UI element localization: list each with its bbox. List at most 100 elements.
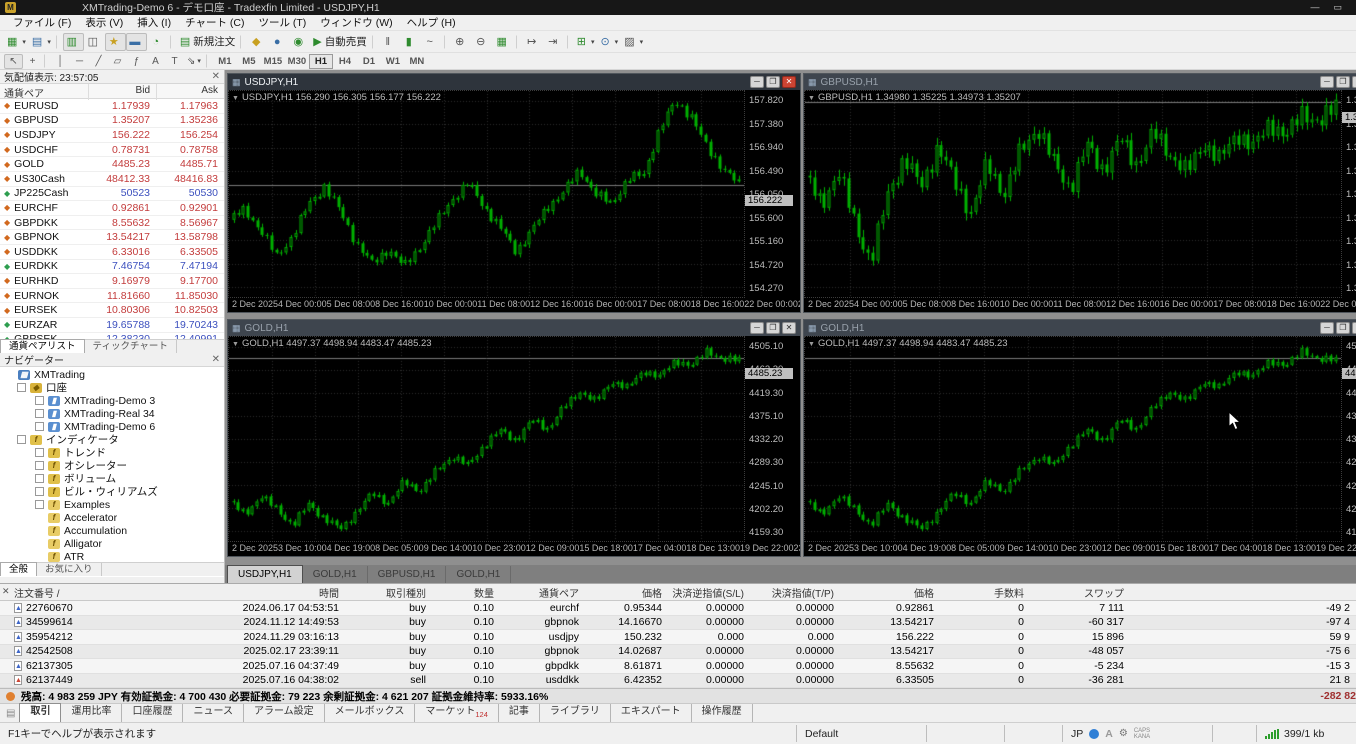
tree-expander-icon[interactable] [35,409,44,418]
indicators-button[interactable]: ⊞ [574,33,598,51]
order-row[interactable]: ▲34599614 2024.11.12 14:49:53 buy 0.10 g… [0,616,1356,631]
tree-expander-icon[interactable] [35,474,44,483]
market-watch-row[interactable]: ◆US30Cash 48412.33 48416.83 [0,172,224,187]
chart-tab[interactable]: GOLD,H1 [303,566,368,583]
orders-column-header[interactable]: 数量 [432,585,500,600]
navigator-toggle[interactable]: ★ [105,33,126,51]
tree-item[interactable]: f ビル・ウィリアムズ [0,485,224,498]
tree-item[interactable]: f Accelerator [0,511,224,524]
chart-minimize-icon[interactable]: ─ [750,76,764,88]
order-row[interactable]: ▲22760670 2024.06.17 04:53:51 buy 0.10 e… [0,601,1356,616]
tree-expander-icon[interactable] [35,461,44,470]
timeframe-button[interactable]: D1 [357,54,381,69]
auto-scroll-button[interactable]: ↦ [523,33,544,51]
order-row[interactable]: ▲62137305 2025.07.16 04:37:49 buy 0.10 g… [0,659,1356,674]
fibonacci-tool[interactable]: ƒ [127,54,146,69]
chart-tab[interactable]: GOLD,H1 [446,566,511,583]
trendline-tool[interactable]: ╱ [89,54,108,69]
market-watch-tab[interactable]: ティックチャート [85,340,177,353]
ime-indicator[interactable]: JP A ⚙ CAPSKANA [1062,725,1212,742]
chart-restore-icon[interactable]: ❐ [766,322,780,334]
tree-item[interactable]: ◆ 口座 [0,381,224,394]
tree-item[interactable]: f Examples [0,498,224,511]
terminal-tab[interactable]: メールボックス [325,704,416,723]
orders-column-header[interactable]: 価格 [585,585,668,600]
tree-expander-icon[interactable] [17,383,26,392]
line-chart-button[interactable]: ~ [421,33,442,51]
market-watch-row[interactable]: ◆GOLD 4485.23 4485.71 [0,157,224,172]
chart-minimize-icon[interactable]: ─ [1320,322,1334,334]
mql5-button[interactable]: ◉ [289,33,310,51]
navigator-tab[interactable]: 全般 [0,562,37,576]
chart-close-icon[interactable]: ✕ [782,322,796,334]
shapes-tool[interactable]: ⇘ [184,54,204,69]
chevron-down-icon[interactable]: ▼ [232,341,239,348]
menu-item[interactable]: チャート (C) [178,15,251,30]
order-row[interactable]: ▲35954212 2024.11.29 03:16:13 buy 0.10 u… [0,630,1356,645]
orders-column-header[interactable]: 通貨ペア [500,585,585,600]
periods-button[interactable]: ⊙ [597,33,621,51]
terminal-tab[interactable]: 操作履歴 [692,704,753,723]
column-ask[interactable]: Ask [156,84,224,100]
chart-close-icon[interactable]: ✕ [1352,76,1356,88]
orders-column-header[interactable]: 時間 [160,585,345,600]
timeframe-button[interactable]: M15 [261,54,285,69]
chart-minimize-icon[interactable]: ─ [750,322,764,334]
bar-chart-button[interactable]: ‖ [379,33,400,51]
orders-column-header[interactable]: 価格 [840,585,940,600]
timeframe-button[interactable]: H1 [309,54,333,69]
cursor-tool[interactable]: ↖ [4,54,23,69]
chart-title-bar[interactable]: ▦ GBPUSD,H1 ─ ❐ ✕ [804,74,1356,90]
market-watch-row[interactable]: ◆EURCHF 0.92861 0.92901 [0,201,224,216]
menu-item[interactable]: 表示 (V) [78,15,130,30]
market-watch-row[interactable]: ◆USDDKK 6.33016 6.33505 [0,245,224,260]
autotrading-button[interactable]: ▶自動売買 [310,33,369,51]
market-watch-row[interactable]: ◆EURDKK 7.46754 7.47194 [0,260,224,275]
navigator-tab[interactable]: お気に入り [37,563,102,576]
orders-column-header[interactable]: 手数料 [940,585,1030,600]
tree-expander-icon[interactable] [35,500,44,509]
market-watch-row[interactable]: ◆USDCHF 0.78731 0.78758 [0,143,224,158]
menu-item[interactable]: ツール (T) [251,15,313,30]
profile-indicator[interactable]: Default [796,725,926,742]
market-watch-row[interactable]: ◆GBPUSD 1.35207 1.35236 [0,114,224,129]
channel-tool[interactable]: ▱ [108,54,127,69]
chart-minimize-icon[interactable]: ─ [1320,76,1334,88]
templates-button[interactable]: ▨ [621,33,646,51]
order-row[interactable]: ▲62137449 2025.07.16 04:38:02 sell 0.10 … [0,674,1356,689]
chart-title-bar[interactable]: ▦ GOLD,H1 ─ ❐ ✕ [228,320,800,336]
orders-column-header[interactable]: 取引種別 [345,585,432,600]
market-watch-row[interactable]: ◆GBPDKK 8.55632 8.56967 [0,216,224,231]
tree-item[interactable]: f ATR [0,550,224,562]
orders-column-header[interactable]: スワップ [1030,585,1130,600]
order-row[interactable]: ▲42542508 2025.02.17 23:39:11 buy 0.10 g… [0,645,1356,660]
chart-restore-icon[interactable]: ❐ [1336,322,1350,334]
terminal-tab[interactable]: 運用比率 [61,704,122,723]
tree-item[interactable]: ▮ XMTrading-Demo 3 [0,394,224,407]
crosshair-tool[interactable]: + [23,54,42,69]
tile-windows-button[interactable]: ▦ [493,33,514,51]
chevron-down-icon[interactable]: ▼ [808,95,815,102]
restore-window-icon[interactable]: ▭ [1333,2,1342,13]
new-chart-button[interactable]: ▦ [4,33,29,51]
menu-item[interactable]: ヘルプ (H) [400,15,463,30]
market-watch-row[interactable]: ◆USDJPY 156.222 156.254 [0,128,224,143]
terminal-tab[interactable]: アラーム設定 [244,704,325,723]
metaeditor-button[interactable]: ◆ [247,33,268,51]
terminal-tab[interactable]: 口座履歴 [122,704,183,723]
orders-column-header[interactable]: 注文番号 / [0,585,160,600]
strategy-tester-toggle[interactable]: ◔ [147,33,168,51]
chart-plot[interactable]: ▼GOLD,H1 4497.37 4498.94 4483.47 4485.23 [804,336,1342,542]
candlestick-chart-button[interactable]: ▮ [400,33,421,51]
timeframe-button[interactable]: M1 [213,54,237,69]
chart-plot[interactable]: ▼GOLD,H1 4497.37 4498.94 4483.47 4485.23 [228,336,745,542]
timeframe-button[interactable]: M5 [237,54,261,69]
terminal-tab[interactable]: 取引 [19,703,61,724]
chart-title-bar[interactable]: ▦ USDJPY,H1 ─ ❐ ✕ [228,74,800,90]
terminal-tab[interactable]: エキスパート [611,704,692,723]
chart-plot[interactable]: ▼USDJPY,H1 156.290 156.305 156.177 156.2… [228,90,745,298]
chart-close-icon[interactable]: ✕ [782,76,796,88]
chart-shift-button[interactable]: ⇥ [544,33,565,51]
timeframe-button[interactable]: M30 [285,54,309,69]
market-watch-row[interactable]: ◆EURNOK 11.81660 11.85030 [0,289,224,304]
